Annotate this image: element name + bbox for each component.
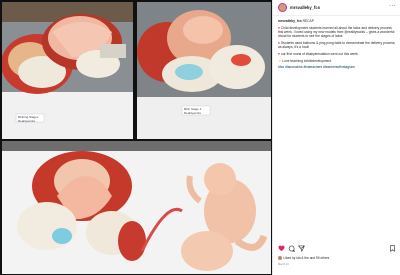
post-caption: mrsvalleky_fcs RECAP ♥ Child development…: [278, 19, 396, 72]
model-label-brand: Realityworks: [18, 119, 36, 123]
photo-birthing-model-top-left[interactable]: Birthing Stages Realityworks: [2, 2, 133, 139]
heart-icon[interactable]: [278, 245, 285, 252]
post-actions: [278, 245, 396, 253]
caption-author-handle[interactable]: mrsvalleky_fcs: [278, 19, 302, 23]
instagram-post: Birthing Stages Realityworks Birth Stage…: [0, 0, 400, 275]
caption-paragraph-2: Students used balloons & ping pong balls…: [278, 41, 396, 50]
post-date: March 16: [278, 263, 289, 266]
post-header: mrsvalleky_fcs ···: [273, 0, 400, 16]
model-label-card-2: Birth Stage 1 Realityworks: [184, 107, 201, 115]
caption-paragraph-3: our first round of #babysimulation went …: [280, 52, 359, 56]
likes-summary[interactable]: Liked by ida & the and 59 others: [278, 256, 330, 261]
birthing-model-image-2: [137, 2, 271, 139]
recap-label: RECAP: [302, 19, 314, 23]
post-author-handle[interactable]: mrsvalleky_fcs: [290, 5, 320, 10]
bookmark-icon[interactable]: [389, 245, 396, 252]
balloon-emoji-icon: ●: [278, 41, 280, 45]
avatar[interactable]: [278, 3, 287, 12]
photo-collage[interactable]: Birthing Stages Realityworks Birth Stage…: [0, 0, 272, 275]
comment-bubble-icon[interactable]: [288, 245, 295, 252]
model-label-brand: Realityworks: [184, 111, 202, 115]
model-label-card-1: Birthing Stages Realityworks: [18, 115, 38, 123]
liker-avatar: [278, 256, 282, 261]
caption-paragraph-4: Love teaching #childdevelopment: [282, 58, 332, 63]
heart-emoji-icon: ♥: [278, 52, 280, 56]
hashtags[interactable]: #fcs #facsrockhs #fcsteachers #teacherso…: [278, 65, 396, 69]
caption-paragraph-1: Child development students learned all a…: [278, 25, 395, 39]
photo-birthing-model-bottom[interactable]: [2, 141, 271, 274]
more-dots-icon[interactable]: ···: [389, 3, 396, 9]
liked-by-text: Liked by ida & the and 59 others: [283, 256, 330, 260]
paper-plane-icon[interactable]: [298, 245, 305, 252]
birthing-model-image-3: [2, 141, 271, 274]
smile-emoji-icon: ☺: [278, 58, 282, 63]
photo-birthing-model-top-right[interactable]: Birth Stage 1 Realityworks: [137, 2, 271, 139]
post-sidebar: mrsvalleky_fcs ··· mrsvalleky_fcs RECAP …: [272, 0, 400, 275]
heart-emoji-icon: ♥: [278, 25, 280, 30]
